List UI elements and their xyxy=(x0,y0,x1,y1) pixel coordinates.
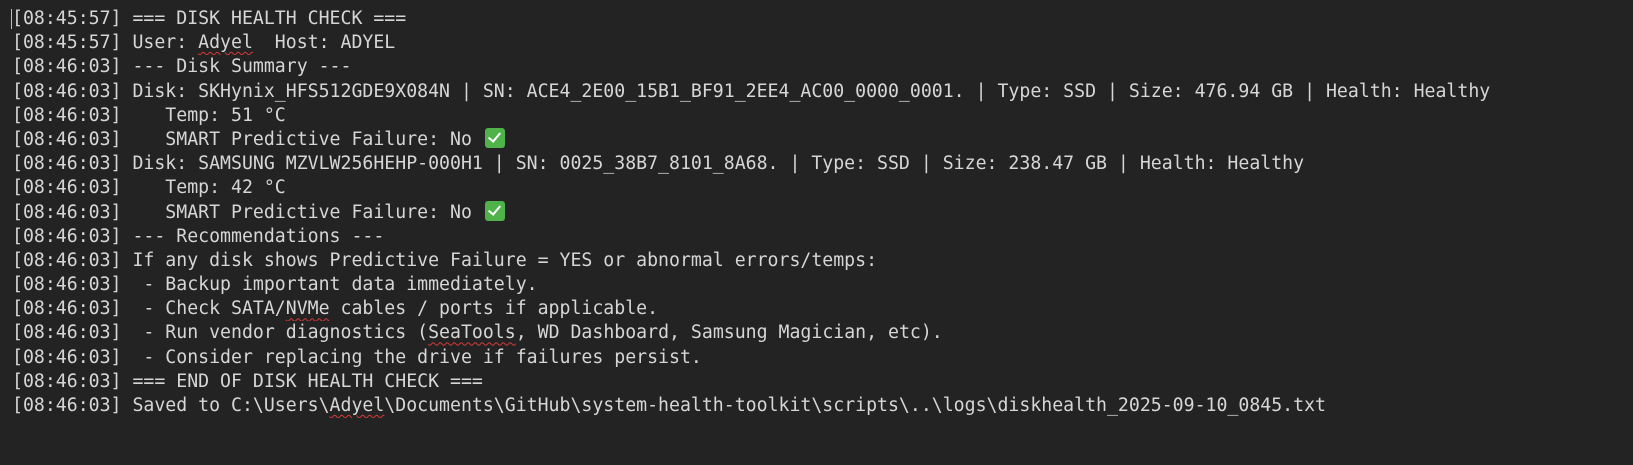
log-line: [08:45:57] === DISK HEALTH CHECK === xyxy=(12,7,1627,31)
log-timestamp: [08:46:03] xyxy=(12,249,122,271)
log-line: [08:46:03] - Run vendor diagnostics (Sea… xyxy=(12,321,1627,345)
log-line: [08:46:03] Temp: 42 °C xyxy=(12,176,1627,200)
log-timestamp: [08:46:03] xyxy=(12,322,122,344)
log-message: SMART Predictive Failure: No xyxy=(121,201,483,223)
log-message: , WD Dashboard, Samsung Magician, etc). xyxy=(515,322,943,344)
log-message: Disk: SKHynix_HFS512GDE9X084N | SN: ACE4… xyxy=(121,80,1491,102)
log-line: [08:46:03] SMART Predictive Failure: No xyxy=(12,127,1627,152)
log-timestamp: [08:46:03] xyxy=(12,153,122,175)
log-timestamp: [08:46:03] xyxy=(12,370,122,392)
log-line: [08:46:03] Disk: SAMSUNG MZVLW256HEHP-00… xyxy=(12,152,1627,176)
log-timestamp: [08:46:03] xyxy=(12,128,122,150)
log-line: [08:45:57] User: Adyel Host: ADYEL xyxy=(12,31,1627,55)
log-line: [08:46:03] Saved to C:\Users\Adyel\Docum… xyxy=(12,394,1627,418)
log-message: - Check SATA/ xyxy=(121,298,286,320)
log-line: [08:46:03] Disk: SKHynix_HFS512GDE9X084N… xyxy=(12,80,1627,104)
log-line: [08:46:03] - Consider replacing the driv… xyxy=(12,346,1627,370)
log-message: \Documents\GitHub\system-health-toolkit\… xyxy=(384,395,1326,416)
log-output[interactable]: [08:45:57] === DISK HEALTH CHECK === [08:… xyxy=(12,7,1627,418)
spellcheck-flagged-word[interactable]: NVMe xyxy=(286,298,330,319)
log-message: --- Recommendations --- xyxy=(121,225,385,247)
log-timestamp: [08:45:57] xyxy=(12,8,122,29)
log-line: [08:46:03] SMART Predictive Failure: No xyxy=(12,200,1627,225)
log-message: SMART Predictive Failure: No xyxy=(121,128,483,150)
spellcheck-flagged-word[interactable]: SeaTools xyxy=(428,322,516,343)
log-timestamp: [08:46:03] xyxy=(12,104,122,126)
spellcheck-flagged-word[interactable]: Adyel xyxy=(198,32,253,53)
spellcheck-flagged-word[interactable]: Adyel xyxy=(330,395,385,416)
log-line: [08:46:03] === END OF DISK HEALTH CHECK … xyxy=(12,370,1627,394)
log-timestamp: [08:46:03] xyxy=(12,346,122,368)
log-message: === END OF DISK HEALTH CHECK === xyxy=(121,370,483,392)
log-timestamp: [08:46:03] xyxy=(12,177,122,199)
log-line: [08:46:03] --- Disk Summary --- xyxy=(12,55,1627,79)
log-line: [08:46:03] If any disk shows Predictive … xyxy=(12,249,1627,273)
log-line: [08:46:03] --- Recommendations --- xyxy=(12,225,1627,249)
log-timestamp: [08:46:03] xyxy=(12,56,122,78)
log-timestamp: [08:46:03] xyxy=(12,395,122,416)
log-timestamp: [08:46:03] xyxy=(12,201,122,223)
log-message: === DISK HEALTH CHECK === xyxy=(121,8,407,29)
log-message: Saved to C:\Users\ xyxy=(121,395,330,416)
white-check-mark-icon xyxy=(484,200,505,221)
log-line: [08:46:03] - Backup important data immed… xyxy=(12,273,1627,297)
log-timestamp: [08:46:03] xyxy=(12,225,122,247)
log-timestamp: [08:45:57] xyxy=(12,32,122,54)
log-line: [08:46:03] Temp: 51 °C xyxy=(12,104,1627,128)
log-message: Temp: 51 °C xyxy=(121,104,286,126)
log-message: --- Disk Summary --- xyxy=(121,56,352,78)
log-timestamp: [08:46:03] xyxy=(12,274,122,296)
log-message: - Run vendor diagnostics ( xyxy=(121,322,429,344)
log-message: Host: ADYEL xyxy=(252,32,396,54)
log-message: - Backup important data immediately. xyxy=(121,274,538,296)
log-line: [08:46:03] - Check SATA/NVMe cables / po… xyxy=(12,297,1627,321)
log-message: Temp: 42 °C xyxy=(121,177,286,199)
log-message: - Consider replacing the drive if failur… xyxy=(121,346,702,368)
log-timestamp: [08:46:03] xyxy=(12,80,122,102)
log-message: User: xyxy=(121,32,199,54)
white-check-mark-icon xyxy=(484,127,505,148)
log-message: cables / ports if applicable. xyxy=(329,298,659,320)
log-message: Disk: SAMSUNG MZVLW256HEHP-000H1 | SN: 0… xyxy=(121,153,1305,175)
log-message: If any disk shows Predictive Failure = Y… xyxy=(121,249,878,271)
log-timestamp: [08:46:03] xyxy=(12,298,122,320)
